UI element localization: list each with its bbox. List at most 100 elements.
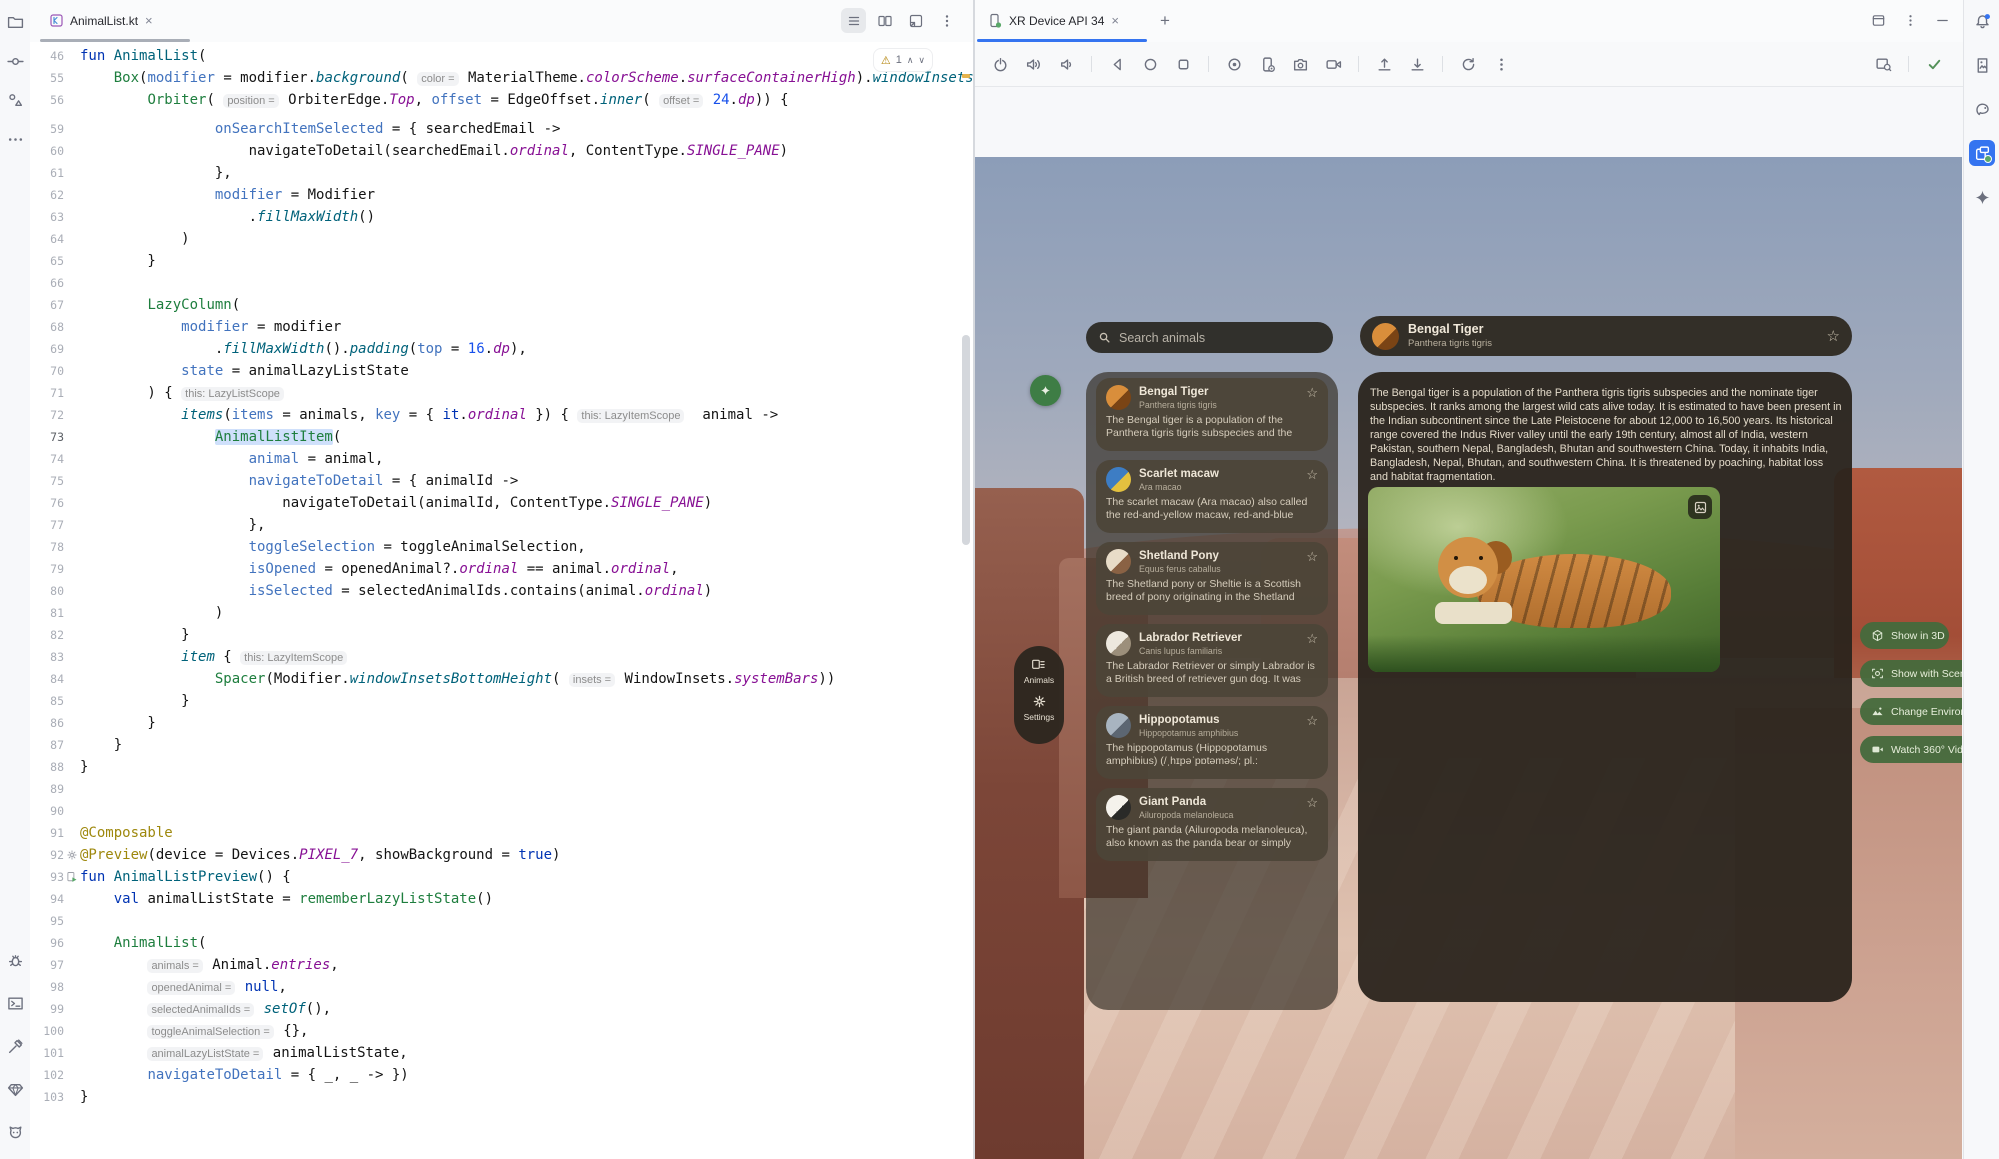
code-line-65[interactable]: 65 } bbox=[30, 250, 973, 272]
code-line-92[interactable]: 92@Preview(device = Devices.PIXEL_7, sho… bbox=[30, 844, 973, 866]
scrollbar-thumb[interactable] bbox=[962, 335, 970, 545]
code-line-59[interactable]: 59 onSearchItemSelected = { searchedEmai… bbox=[30, 118, 973, 140]
code-line-89[interactable]: 89 bbox=[30, 778, 973, 800]
tiger-photo[interactable] bbox=[1368, 487, 1720, 672]
code-line-95[interactable]: 95 bbox=[30, 910, 973, 932]
kebab-button[interactable] bbox=[1488, 51, 1514, 77]
animal-card-hippopotamus[interactable]: HippopotamusHippopotamus amphibius☆The h… bbox=[1096, 706, 1328, 779]
new-tab-icon[interactable]: + bbox=[1160, 12, 1170, 29]
collapse-view-button[interactable] bbox=[903, 8, 928, 33]
code-line-69[interactable]: 69 .fillMaxWidth().padding(top = 16.dp), bbox=[30, 338, 973, 360]
editor-scrollbar[interactable] bbox=[961, 42, 971, 1159]
code-line-70[interactable]: 70 state = animalLazyListState bbox=[30, 360, 973, 382]
code-line-99[interactable]: 99 selectedAnimalIds = setOf(), bbox=[30, 998, 973, 1020]
commit-button[interactable] bbox=[2, 48, 28, 74]
code-line-71[interactable]: 71 ) { this: LazyListScope bbox=[30, 382, 973, 404]
code-line-90[interactable]: 90 bbox=[30, 800, 973, 822]
env-button-change-environm[interactable]: Change Environm bbox=[1860, 698, 1962, 725]
download-button[interactable] bbox=[1404, 51, 1430, 77]
code-line-78[interactable]: 78 toggleSelection = toggleAnimalSelecti… bbox=[30, 536, 973, 558]
code-line-97[interactable]: 97 animals = Animal.entries, bbox=[30, 954, 973, 976]
kebab-button[interactable] bbox=[1898, 8, 1923, 33]
volume-up-button[interactable] bbox=[1020, 51, 1046, 77]
code-line-85[interactable]: 85 } bbox=[30, 690, 973, 712]
tab-animallist-kt[interactable]: AnimalList.kt × bbox=[40, 0, 163, 41]
tab-xr-device[interactable]: XR Device API 34 × bbox=[977, 0, 1129, 41]
code-line-83[interactable]: 83 item { this: LazyItemScope bbox=[30, 646, 973, 668]
code-line-73[interactable]: 73 AnimalListItem( bbox=[30, 426, 973, 448]
code-line-84[interactable]: 84 Spacer(Modifier.windowInsetsBottomHei… bbox=[30, 668, 973, 690]
close-tab-icon[interactable]: × bbox=[145, 14, 153, 27]
layout-button[interactable] bbox=[1866, 8, 1891, 33]
code-line-56[interactable]: 56 Orbiter( position = OrbiterEdge.Top, … bbox=[30, 89, 973, 111]
code-line-80[interactable]: 80 isSelected = selectedAnimalIds.contai… bbox=[30, 580, 973, 602]
code-line-103[interactable]: 103} bbox=[30, 1086, 973, 1108]
favorite-star-icon[interactable]: ☆ bbox=[1306, 549, 1318, 565]
nav-item-animals[interactable]: Animals bbox=[1024, 657, 1054, 685]
gradle-button[interactable] bbox=[1969, 96, 1995, 122]
code-line-74[interactable]: 74 animal = animal, bbox=[30, 448, 973, 470]
code-line-88[interactable]: 88} bbox=[30, 756, 973, 778]
close-tab-icon[interactable]: × bbox=[1111, 14, 1119, 27]
code-line-101[interactable]: 101 animalLazyListState = animalListStat… bbox=[30, 1042, 973, 1064]
home-button[interactable] bbox=[1137, 51, 1163, 77]
code-area[interactable]: 46fun AnimalList(55 Box(modifier = modif… bbox=[30, 42, 973, 1159]
next-issue-icon[interactable]: ∨ bbox=[918, 56, 925, 65]
minimize-button[interactable] bbox=[1930, 8, 1955, 33]
device-settings-button[interactable] bbox=[1254, 51, 1280, 77]
code-line-67[interactable]: 67 LazyColumn( bbox=[30, 294, 973, 316]
code-line-75[interactable]: 75 navigateToDetail = { animalId -> bbox=[30, 470, 973, 492]
screenshot-button[interactable] bbox=[1287, 51, 1313, 77]
env-button-watch-360-video[interactable]: Watch 360° Video bbox=[1860, 736, 1962, 763]
code-line-91[interactable]: 91@Composable bbox=[30, 822, 973, 844]
power-button[interactable] bbox=[987, 51, 1013, 77]
animal-card-giant-panda[interactable]: Giant PandaAiluropoda melanoleuca☆The gi… bbox=[1096, 788, 1328, 861]
app-insights-button[interactable] bbox=[2, 1076, 28, 1102]
expand-image-button[interactable] bbox=[1688, 495, 1712, 519]
favorite-star-icon[interactable]: ☆ bbox=[1306, 795, 1318, 811]
overview-button[interactable] bbox=[1170, 51, 1196, 77]
animal-card-shetland-pony[interactable]: Shetland PonyEquus ferus caballus☆The Sh… bbox=[1096, 542, 1328, 615]
code-line-94[interactable]: 94 val animalListState = rememberLazyLis… bbox=[30, 888, 973, 910]
screen-record-button[interactable] bbox=[1221, 51, 1247, 77]
environment-handle-button[interactable] bbox=[1030, 375, 1061, 406]
check-button[interactable] bbox=[1921, 51, 1947, 77]
animal-card-labrador-retriever[interactable]: Labrador RetrieverCanis lupus familiaris… bbox=[1096, 624, 1328, 697]
code-line-61[interactable]: 61 }, bbox=[30, 162, 973, 184]
volume-down-button[interactable] bbox=[1053, 51, 1079, 77]
notifications-bell-button[interactable] bbox=[1969, 8, 1995, 34]
detail-header-card[interactable]: Bengal Tiger Panthera tigris tigris ☆ bbox=[1360, 316, 1852, 356]
search-input[interactable]: Search animals bbox=[1086, 322, 1333, 353]
gemini-button[interactable] bbox=[1969, 184, 1995, 210]
project-folder-button[interactable] bbox=[2, 9, 28, 35]
logcat-button[interactable] bbox=[2, 1119, 28, 1145]
debug-button[interactable] bbox=[2, 947, 28, 973]
code-line-86[interactable]: 86 } bbox=[30, 712, 973, 734]
reset-button[interactable] bbox=[1455, 51, 1481, 77]
code-line-64[interactable]: 64 ) bbox=[30, 228, 973, 250]
gear-icon[interactable] bbox=[66, 849, 78, 861]
kebab-button[interactable] bbox=[934, 8, 959, 33]
code-line-72[interactable]: 72 items(items = animals, key = { it.ord… bbox=[30, 404, 973, 426]
favorite-star-icon[interactable]: ☆ bbox=[1306, 713, 1318, 729]
code-line-76[interactable]: 76 navigateToDetail(animalId, ContentTyp… bbox=[30, 492, 973, 514]
code-line-46[interactable]: 46fun AnimalList( bbox=[30, 45, 973, 67]
code-line-100[interactable]: 100 toggleAnimalSelection = {}, bbox=[30, 1020, 973, 1042]
split-view-button[interactable] bbox=[872, 8, 897, 33]
code-line-82[interactable]: 82 } bbox=[30, 624, 973, 646]
terminal-button[interactable] bbox=[2, 990, 28, 1016]
code-line-66[interactable]: 66 bbox=[30, 272, 973, 294]
code-line-68[interactable]: 68 modifier = modifier bbox=[30, 316, 973, 338]
env-button-show-in-3d[interactable]: Show in 3D bbox=[1860, 622, 1949, 649]
code-line-60[interactable]: 60 navigateToDetail(searchedEmail.ordina… bbox=[30, 140, 973, 162]
favorite-star-icon[interactable]: ☆ bbox=[1306, 631, 1318, 647]
list-view-button[interactable] bbox=[841, 8, 866, 33]
code-line-96[interactable]: 96 AnimalList( bbox=[30, 932, 973, 954]
prev-issue-icon[interactable]: ∧ bbox=[907, 56, 914, 65]
video-record-button[interactable] bbox=[1320, 51, 1346, 77]
more-tools-button[interactable] bbox=[2, 126, 28, 152]
code-line-62[interactable]: 62 modifier = Modifier bbox=[30, 184, 973, 206]
xr-device-screen[interactable]: Search animals AnimalsSettings Bengal Ti… bbox=[975, 157, 1962, 1159]
favorite-star-icon[interactable]: ☆ bbox=[1306, 467, 1318, 483]
code-line-77[interactable]: 77 }, bbox=[30, 514, 973, 536]
